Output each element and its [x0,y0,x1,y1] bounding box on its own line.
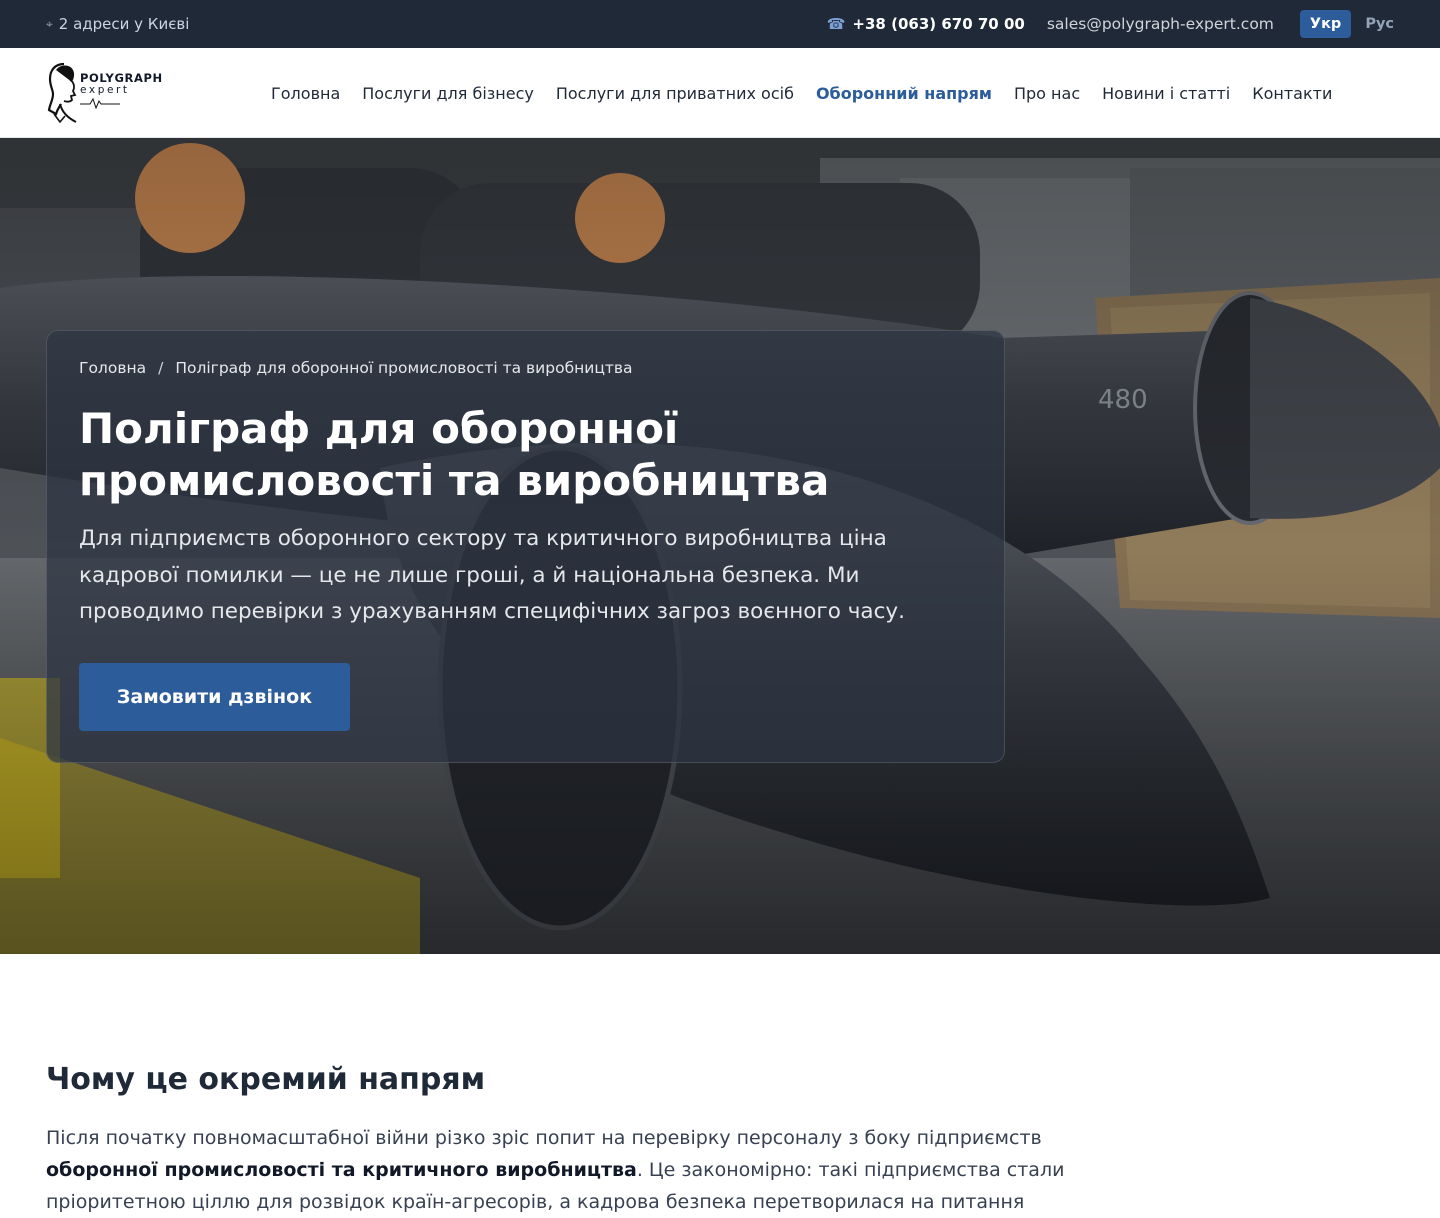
language-rus-button[interactable]: Рус [1355,10,1404,38]
breadcrumb-home-link[interactable]: Головна [79,359,146,377]
request-call-button[interactable]: Замовити дзвінок [79,663,350,731]
why-separate-section: Чому це окремий напрям Після початку пов… [46,1060,1086,1218]
hero-image-marking: 480 [1098,385,1148,415]
hero-description: Для підприємств оборонного сектору та кр… [79,526,905,624]
logo-pulse-icon [80,97,120,109]
nav-menu: Головна Послуги для бізнесу Послуги для … [260,48,1343,138]
language-ukr-button[interactable]: Укр [1299,10,1352,38]
breadcrumb: Головна / Поліграф для оборонної промисл… [79,359,633,377]
top-bar: ⌖ 2 адреси у Києві ☎ +38 (063) 670 70 00… [0,0,1440,48]
hero-section: 480 Головна / Поліграф для оборонної про… [0,138,1440,954]
nav-item-private-services[interactable]: Послуги для приватних осіб [545,84,805,103]
logo-text: POLYGRAPH expert [80,71,163,109]
nav-item-home[interactable]: Головна [260,84,351,103]
section-paragraph-start: Після початку повномасштабної війни різк… [46,1127,1042,1149]
logo-title: POLYGRAPH [80,71,163,85]
phone-link[interactable]: ☎ +38 (063) 670 70 00 [827,15,1025,33]
breadcrumb-current: Поліграф для оборонної промисловості та … [175,359,633,377]
section-heading: Чому це окремий напрям [46,1062,486,1097]
nav-item-defense[interactable]: Оборонний напрям [805,84,1003,103]
page-title: Поліграф для оборонної промисловості та … [79,404,830,505]
address-text: 2 адреси у Києві [58,15,190,33]
breadcrumb-separator: / [158,359,164,377]
nav-item-business-services[interactable]: Послуги для бізнесу [351,84,545,103]
logo-subtitle: expert [80,84,130,96]
phone-icon: ☎ [826,15,846,33]
hero-card: Головна / Поліграф для оборонної промисл… [46,330,1005,763]
location-pin-icon: ⌖ [46,16,53,31]
top-bar-contacts: ☎ +38 (063) 670 70 00 sales@polygraph-ex… [827,0,1404,48]
nav-item-about[interactable]: Про нас [1003,84,1091,103]
address-link[interactable]: ⌖ 2 адреси у Києві [46,0,189,48]
section-paragraph: Після початку повномасштабної війни різк… [46,1122,1086,1218]
logo-face-icon [47,62,77,124]
section-paragraph-bold: оборонної промисловості та критичного ви… [46,1159,637,1181]
logo[interactable]: POLYGRAPH expert [46,60,176,126]
main-navigation: POLYGRAPH expert Головна Послуги для біз… [0,48,1440,138]
email-link[interactable]: sales@polygraph-expert.com [1047,15,1274,33]
nav-item-contacts[interactable]: Контакти [1241,84,1343,103]
phone-number: +38 (063) 670 70 00 [852,15,1025,33]
nav-item-news[interactable]: Новини і статті [1091,84,1241,103]
